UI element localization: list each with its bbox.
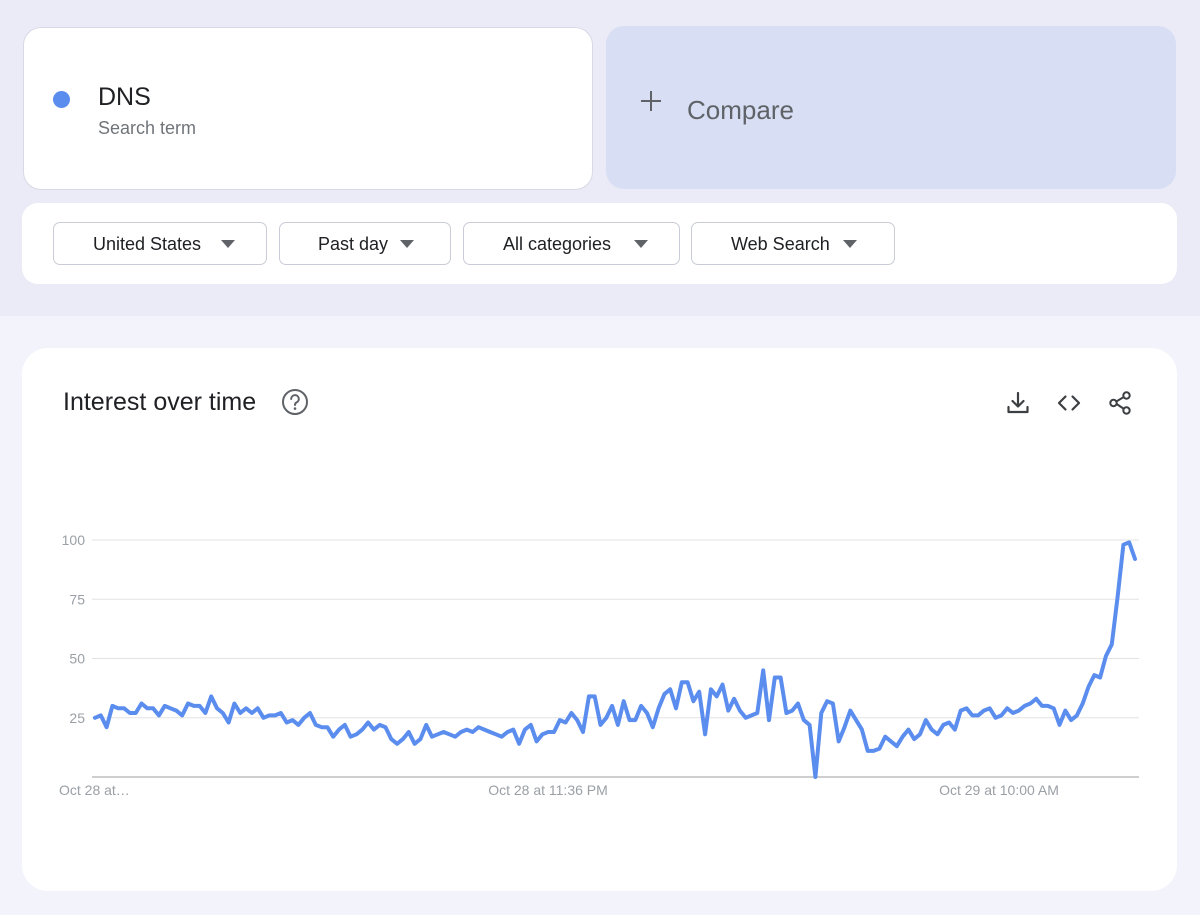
interest-over-time-card: Interest over time 25 50 75 100 Oct 28 at… Oc… (22, 348, 1177, 891)
x-tick-label: Oct 29 at 10:00 AM (939, 782, 1059, 798)
search-term-subtitle: Search term (98, 118, 197, 138)
region-dropdown[interactable]: United States (53, 222, 267, 265)
dropdown-caret-icon (634, 240, 648, 248)
filter-bar: United States Past day All categories We… (22, 203, 1177, 284)
category-dropdown[interactable]: All categories (463, 222, 680, 265)
dropdown-caret-icon (843, 240, 857, 248)
dropdown-caret-icon (221, 240, 235, 248)
plus-icon (639, 89, 663, 113)
search-type-dropdown[interactable]: Web Search (691, 222, 895, 265)
compare-label: Compare (687, 95, 794, 125)
search-term-name[interactable]: DNS (98, 83, 151, 112)
search-type-label: Web Search (731, 234, 830, 254)
time-range-label: Past day (318, 234, 389, 254)
region-label: United States (93, 234, 202, 254)
search-term-card[interactable]: DNS Search term (23, 27, 593, 190)
series-line-dns[interactable] (93, 540, 1137, 779)
dropdown-caret-icon (400, 240, 414, 248)
category-label: All categories (503, 234, 612, 254)
y-tick-label: 100 (62, 532, 86, 548)
y-tick-label: 50 (69, 651, 85, 667)
x-tick-label: Oct 28 at… (59, 782, 130, 798)
compare-button[interactable]: Compare (606, 26, 1176, 189)
interest-line-chart: 25 50 75 100 Oct 28 at… Oct 28 at 11:36 PM Oct… (59, 532, 1139, 798)
time-range-dropdown[interactable]: Past day (279, 222, 451, 265)
y-tick-label: 25 (69, 710, 85, 726)
y-tick-label: 75 (69, 591, 85, 607)
x-tick-label: Oct 28 at 11:36 PM (488, 782, 608, 798)
series-color-dot (53, 91, 70, 108)
